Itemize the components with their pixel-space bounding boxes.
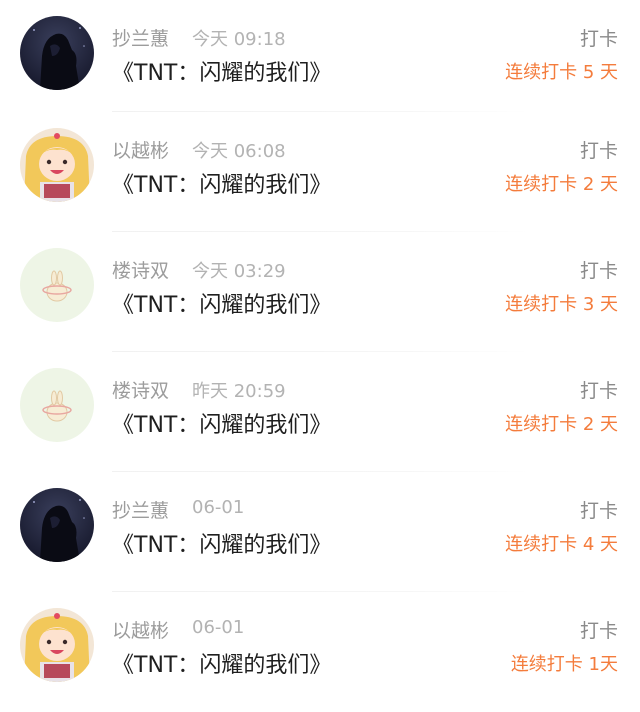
show-title[interactable]: 《TNT：闪耀的我们》 (112, 287, 331, 319)
user-name[interactable]: 以越彬 (112, 616, 169, 643)
avatar[interactable] (20, 368, 94, 442)
user-name[interactable]: 抄兰蕙 (112, 496, 169, 523)
checkin-label: 打卡 (579, 620, 618, 642)
avatar[interactable] (20, 16, 94, 90)
bunny-sticker-icon (20, 248, 94, 322)
checkin-label: 打卡 (579, 500, 618, 522)
show-title[interactable]: 《TNT：闪耀的我们》 (112, 647, 331, 679)
list-item[interactable]: 以越彬 今天 06:08 《TNT：闪耀的我们》 打卡 连续打卡 2 天 (0, 112, 640, 232)
anime-girl-icon (20, 608, 94, 682)
avatar[interactable] (20, 488, 94, 562)
checkin-label: 打卡 (579, 380, 618, 402)
user-name[interactable]: 抄兰蕙 (112, 24, 169, 51)
post-time: 今天 03:29 (192, 261, 286, 282)
list-item[interactable]: 抄兰蕙 06-01 《TNT：闪耀的我们》 打卡 连续打卡 4 天 (0, 472, 640, 592)
user-name[interactable]: 以越彬 (112, 136, 169, 163)
anime-girl-icon (20, 128, 94, 202)
user-name[interactable]: 楼诗双 (112, 256, 169, 283)
list-item[interactable]: 抄兰蕙 今天 09:18 《TNT：闪耀的我们》 打卡 连续打卡 5 天 (0, 0, 640, 112)
post-time: 今天 06:08 (192, 141, 286, 162)
post-time: 06-01 (192, 497, 245, 518)
checkin-label: 打卡 (579, 260, 618, 282)
show-title[interactable]: 《TNT：闪耀的我们》 (112, 407, 331, 439)
streak-badge: 连续打卡 4 天 (505, 534, 618, 555)
streak-badge: 连续打卡 5 天 (505, 62, 618, 83)
streak-badge: 连续打卡 1天 (510, 654, 618, 675)
show-title[interactable]: 《TNT：闪耀的我们》 (112, 527, 331, 559)
checkin-label: 打卡 (579, 28, 618, 50)
dark-night-silhouette-icon (20, 488, 94, 562)
show-title[interactable]: 《TNT：闪耀的我们》 (112, 55, 331, 87)
streak-badge: 连续打卡 3 天 (505, 294, 618, 315)
list-item[interactable]: 以越彬 06-01 《TNT：闪耀的我们》 打卡 连续打卡 1天 (0, 592, 640, 712)
bunny-sticker-icon (20, 368, 94, 442)
post-time: 今天 09:18 (192, 29, 286, 50)
user-name[interactable]: 楼诗双 (112, 376, 169, 403)
checkin-label: 打卡 (579, 140, 618, 162)
post-time: 06-01 (192, 617, 245, 638)
post-time: 昨天 20:59 (192, 381, 286, 402)
list-item[interactable]: 楼诗双 今天 03:29 《TNT：闪耀的我们》 打卡 连续打卡 3 天 (0, 232, 640, 352)
list-item[interactable]: 楼诗双 昨天 20:59 《TNT：闪耀的我们》 打卡 连续打卡 2 天 (0, 352, 640, 472)
dark-night-silhouette-icon (20, 16, 94, 90)
streak-badge: 连续打卡 2 天 (505, 174, 618, 195)
checkin-feed: 抄兰蕙 今天 09:18 《TNT：闪耀的我们》 打卡 连续打卡 5 天 以越彬… (0, 0, 640, 712)
streak-badge: 连续打卡 2 天 (505, 414, 618, 435)
avatar[interactable] (20, 128, 94, 202)
avatar[interactable] (20, 608, 94, 682)
show-title[interactable]: 《TNT：闪耀的我们》 (112, 167, 331, 199)
avatar[interactable] (20, 248, 94, 322)
